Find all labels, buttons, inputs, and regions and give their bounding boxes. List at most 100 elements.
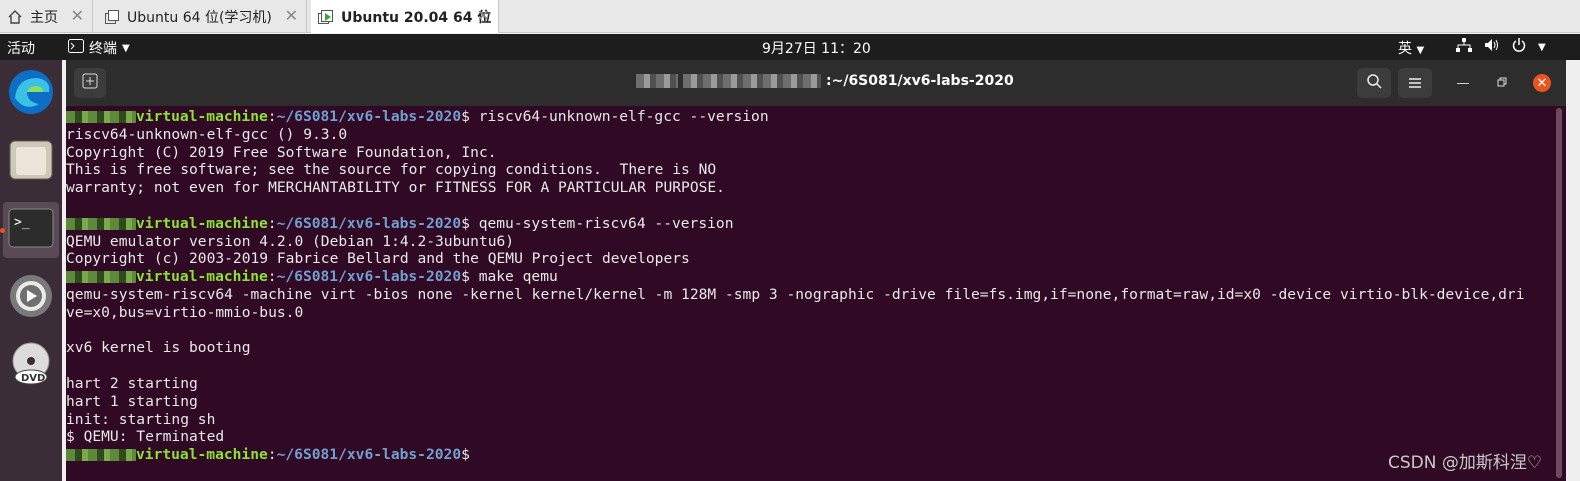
svg-text:>_: >_ xyxy=(14,215,30,230)
maximize-icon xyxy=(1497,76,1507,91)
clock[interactable]: 9月27日 11：20 xyxy=(762,38,871,58)
window-title-path: :~/6S081/xv6-labs-2020 xyxy=(826,73,1014,89)
redacted-username xyxy=(66,271,136,284)
search-button[interactable] xyxy=(1357,68,1391,98)
command-text: qemu-system-riscv64 --version xyxy=(478,214,734,232)
prompt-separator: : xyxy=(267,214,277,232)
prompt-host: virtual-machine xyxy=(136,268,268,286)
terminal-line: Copyright (c) 2003-2019 Fabrice Bellard … xyxy=(66,250,690,268)
terminal-line: init: starting sh xyxy=(66,410,216,428)
window-title: :~/6S081/xv6-labs-2020 xyxy=(636,73,1014,89)
scrollbar-thumb[interactable] xyxy=(1556,108,1562,478)
app-menu[interactable]: 终端 ▼ xyxy=(68,38,130,58)
vm-icon xyxy=(103,8,121,26)
prompt-separator: : xyxy=(267,268,277,286)
close-icon[interactable]: ✕ xyxy=(71,6,84,25)
close-icon[interactable]: ✕ xyxy=(477,6,490,25)
files-icon xyxy=(8,137,54,187)
new-tab-icon xyxy=(82,73,98,93)
terminal-line: Copyright (C) 2019 Free Software Foundat… xyxy=(66,143,497,161)
chevron-down-icon: ▼ xyxy=(122,42,130,54)
terminal-line: ve=x0,bus=virtio-mmio-bus.0 xyxy=(66,303,304,321)
dvd-icon: DVD xyxy=(8,341,54,391)
vm-running-icon xyxy=(317,8,335,26)
redacted-username xyxy=(66,111,136,123)
tab-home[interactable]: 主页 ✕ xyxy=(0,0,93,33)
activities-button[interactable]: 活动 xyxy=(7,38,35,58)
dock-dvd[interactable]: DVD xyxy=(3,338,59,394)
tab-label: Ubuntu 64 位(学习机) xyxy=(127,9,272,26)
terminal-line: warranty; not even for MERCHANTABILITY o… xyxy=(66,179,725,197)
svg-text:DVD: DVD xyxy=(21,373,45,384)
terminal-line: virtual-machine:~/6S081/xv6-labs-2020$ xyxy=(66,446,1552,464)
maximize-button[interactable] xyxy=(1493,74,1511,92)
prompt-dollar: $ xyxy=(461,268,479,286)
terminal-line: This is free software; see the source fo… xyxy=(66,161,717,179)
redacted-text xyxy=(683,74,821,88)
tab-label: 主页 xyxy=(30,9,58,26)
prompt-path: ~/6S081/xv6-labs-2020 xyxy=(276,268,462,286)
command-text: make qemu xyxy=(478,268,558,286)
input-method-indicator[interactable]: 英 ▼ xyxy=(1398,38,1424,58)
dock-edge[interactable] xyxy=(3,66,59,122)
prompt-path: ~/6S081/xv6-labs-2020 xyxy=(276,446,462,464)
terminal-line: virtual-machine:~/6S081/xv6-labs-2020$ m… xyxy=(66,268,1552,286)
terminal-line: qemu-system-riscv64 -machine virt -bios … xyxy=(66,285,1525,303)
prompt-host: virtual-machine xyxy=(136,108,268,125)
app-menu-label: 终端 xyxy=(89,41,117,57)
edge-icon xyxy=(7,68,55,120)
terminal-line: $ QEMU: Terminated xyxy=(66,428,225,446)
terminal-output[interactable]: virtual-machine:~/6S081/xv6-labs-2020$ r… xyxy=(66,106,1552,481)
terminal-line: QEMU emulator version 4.2.0 (Debian 1:4.… xyxy=(66,232,515,250)
hamburger-icon xyxy=(1408,74,1422,93)
volume-icon xyxy=(1484,38,1500,56)
dock: >_ DVD xyxy=(0,60,62,481)
prompt-host: virtual-machine xyxy=(136,446,268,464)
power-icon xyxy=(1512,38,1526,56)
tab-ubuntu-2004[interactable]: Ubuntu 20.04 64 位 ✕ xyxy=(311,0,499,33)
close-icon: ✕ xyxy=(1536,75,1548,91)
system-tray[interactable]: ▼ xyxy=(1456,38,1546,56)
redacted-username xyxy=(66,217,136,230)
tab-label: Ubuntu 20.04 64 位 xyxy=(341,9,492,26)
command-text: riscv64-unknown-elf-gcc --version xyxy=(478,108,769,125)
watermark: CSDN @加斯科涅♡ xyxy=(1388,453,1543,473)
prompt-separator: : xyxy=(267,446,277,464)
minimize-icon: — xyxy=(1456,75,1470,91)
gnome-top-bar: 活动 终端 ▼ 9月27日 11：20 英 ▼ ▼ xyxy=(0,34,1580,60)
prompt-path: ~/6S081/xv6-labs-2020 xyxy=(276,214,462,232)
prompt-dollar: $ xyxy=(461,214,479,232)
vm-tab-strip: 主页 ✕ Ubuntu 64 位(学习机) ✕ Ubuntu 20.04 64 … xyxy=(0,0,1580,33)
menu-button[interactable] xyxy=(1398,68,1432,98)
dock-software-updater[interactable] xyxy=(3,270,59,326)
search-icon xyxy=(1366,73,1382,93)
terminal-line: xv6 kernel is booting xyxy=(66,339,251,357)
terminal-scrollbar[interactable] xyxy=(1552,106,1566,481)
terminal-line: hart 1 starting xyxy=(66,392,198,410)
dock-terminal[interactable]: >_ xyxy=(3,202,59,258)
terminal-header-bar: :~/6S081/xv6-labs-2020 — ✕ xyxy=(66,60,1566,106)
chevron-down-icon: ▼ xyxy=(1416,45,1425,56)
close-icon[interactable]: ✕ xyxy=(285,6,298,25)
software-updater-icon xyxy=(8,273,54,323)
prompt-dollar: $ xyxy=(461,446,479,464)
prompt-path: ~/6S081/xv6-labs-2020 xyxy=(276,108,462,125)
close-button[interactable]: ✕ xyxy=(1533,74,1551,92)
home-icon xyxy=(6,8,24,26)
redacted-text xyxy=(636,74,678,88)
running-indicator xyxy=(0,228,5,233)
terminal-line: virtual-machine:~/6S081/xv6-labs-2020$ q… xyxy=(66,215,1552,233)
terminal-line: riscv64-unknown-elf-gcc () 9.3.0 xyxy=(66,125,348,143)
dock-files[interactable] xyxy=(3,134,59,190)
minimize-button[interactable]: — xyxy=(1454,74,1472,92)
tab-ubuntu-learning[interactable]: Ubuntu 64 位(学习机) ✕ xyxy=(97,0,307,33)
terminal-line: hart 2 starting xyxy=(66,374,198,392)
chevron-down-icon: ▼ xyxy=(1538,41,1546,53)
terminal-small-icon xyxy=(68,39,84,57)
redacted-username xyxy=(66,449,136,462)
terminal-icon: >_ xyxy=(8,208,54,252)
new-tab-button[interactable] xyxy=(74,68,106,98)
